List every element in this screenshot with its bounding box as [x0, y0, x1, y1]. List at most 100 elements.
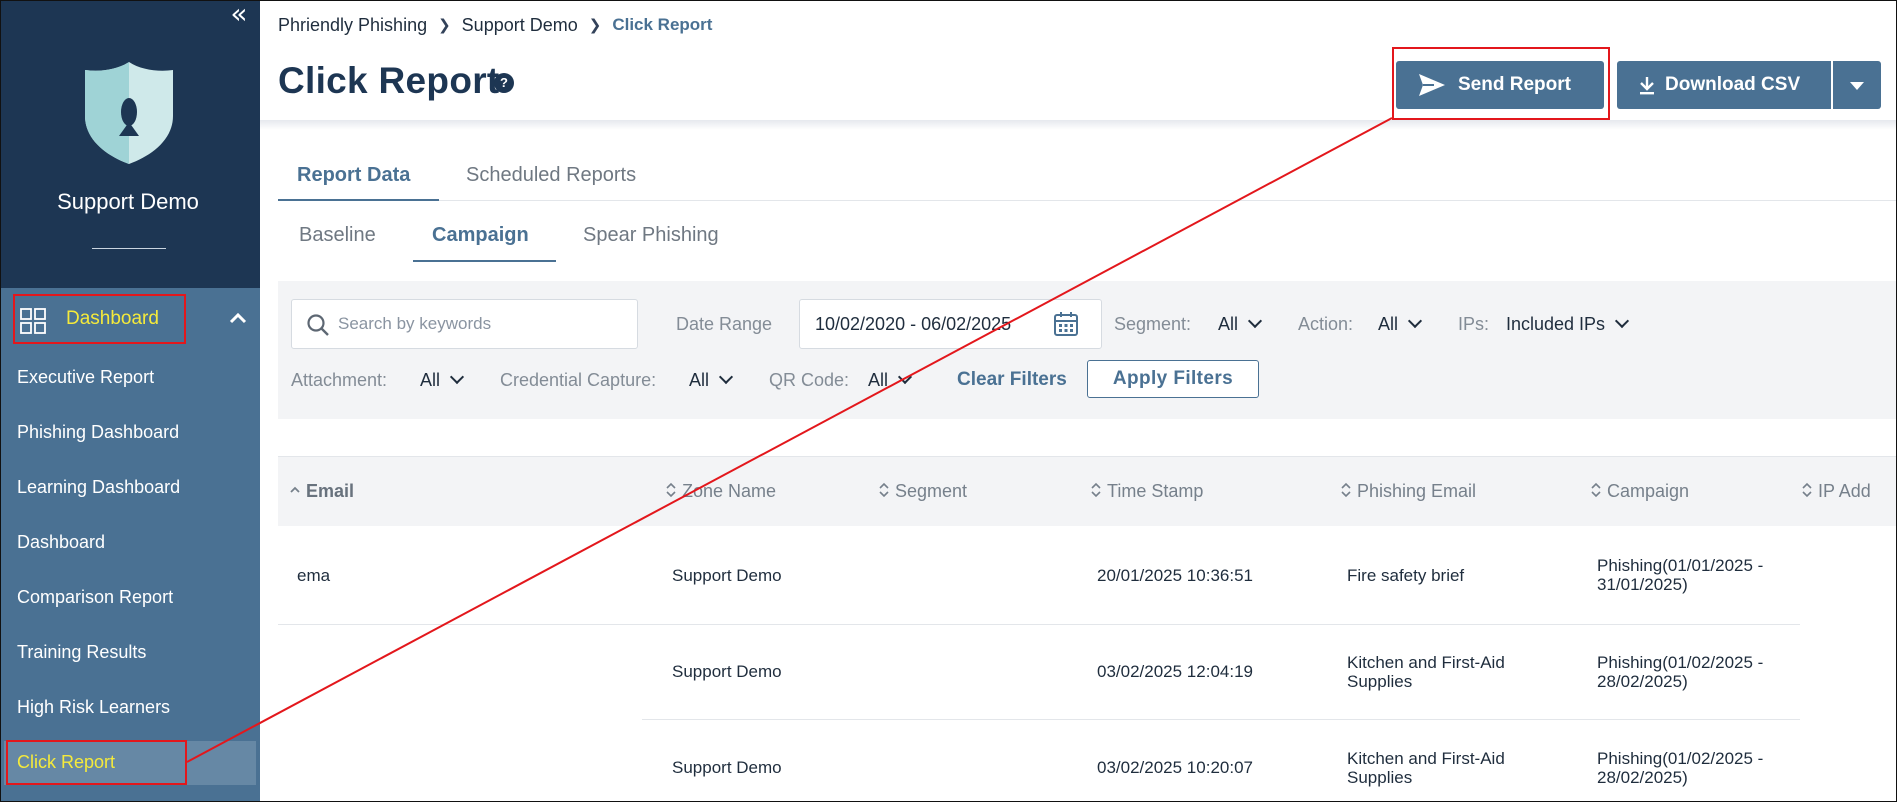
sort-asc-icon — [290, 486, 300, 493]
apply-filters-button[interactable]: Apply Filters — [1087, 360, 1259, 398]
tab-scheduled-reports[interactable]: Scheduled Reports — [466, 164, 636, 187]
search-icon — [307, 314, 329, 336]
action-filter-select[interactable]: All — [1378, 313, 1423, 335]
tab-active-indicator — [278, 199, 439, 201]
sidebar-item-executive-report[interactable]: Executive Report — [17, 367, 154, 388]
date-range-value: 10/02/2020 - 06/02/2025 — [815, 314, 1012, 334]
column-header-label: Campaign — [1607, 481, 1690, 501]
column-header-label: IP Add — [1818, 481, 1871, 501]
column-header-label: Time Stamp — [1107, 481, 1204, 501]
sidebar-item-dashboard[interactable]: Dashboard — [17, 532, 105, 553]
grid-icon — [20, 308, 46, 334]
chevron-down-icon — [1247, 313, 1263, 329]
column-header-time-stamp[interactable]: Time Stamp — [1090, 481, 1203, 502]
search-input[interactable] — [338, 312, 628, 336]
download-csv-button[interactable]: Download CSV — [1617, 61, 1831, 109]
column-header-label: Email — [306, 481, 355, 501]
caret-down-icon — [1850, 82, 1864, 90]
chevron-up-icon[interactable] — [228, 310, 248, 326]
collapse-sidebar-icon[interactable]: « — [226, 0, 252, 28]
chevron-right-icon: ❯ — [438, 16, 451, 35]
qr-code-filter-select[interactable]: All — [868, 369, 913, 391]
divider — [92, 248, 166, 249]
cell-time-stamp: 20/01/2025 10:36:51 — [1097, 566, 1253, 585]
sidebar-section-label: Dashboard — [66, 308, 159, 329]
chevron-down-icon — [897, 369, 913, 385]
breadcrumb: Phriendly Phishing ❯ Support Demo ❯ Click Re… — [278, 14, 712, 36]
sidebar-item-phishing-dashboard[interactable]: Phishing Dashboard — [17, 422, 179, 443]
breadcrumb-item[interactable]: Support Demo — [462, 15, 578, 36]
help-icon[interactable]: ? — [494, 73, 514, 93]
header-divider — [260, 120, 1897, 130]
chevron-down-icon — [449, 369, 465, 385]
sidebar-item-click-report[interactable]: Click Report — [17, 752, 115, 773]
chevron-down-icon — [718, 369, 734, 385]
download-icon — [1640, 77, 1654, 95]
cell-zone-name: Support Demo — [672, 758, 782, 777]
send-report-button[interactable]: Send Report — [1396, 61, 1604, 109]
cell-phishing-email: Kitchen and First-Aid Supplies — [1347, 653, 1505, 691]
segment-filter-select[interactable]: All — [1218, 313, 1263, 335]
sort-icon — [1341, 483, 1351, 498]
ips-filter-label: IPs: — [1458, 314, 1490, 334]
sort-icon — [879, 483, 889, 498]
cell-phishing-email: Kitchen and First-Aid Supplies — [1347, 749, 1505, 787]
tab-baseline[interactable]: Baseline — [299, 224, 376, 247]
tab-report-data[interactable]: Report Data — [297, 164, 410, 187]
cell-zone-name: Support Demo — [672, 662, 782, 681]
qr-code-filter-label: QR Code: — [769, 370, 850, 390]
tab-spear-phishing[interactable]: Spear Phishing — [583, 224, 719, 247]
attachment-filter-select[interactable]: All — [420, 369, 465, 391]
column-header-zone-name[interactable]: Zone Name — [665, 481, 776, 502]
chevron-down-icon — [1407, 313, 1423, 329]
cell-time-stamp: 03/02/2025 10:20:07 — [1097, 758, 1253, 777]
column-header-segment[interactable]: Segment — [878, 481, 967, 502]
cell-time-stamp: 03/02/2025 12:04:19 — [1097, 662, 1253, 681]
send-report-label: Send Report — [1458, 74, 1571, 95]
send-icon — [1419, 74, 1445, 96]
sort-icon — [1802, 483, 1812, 498]
credential-capture-filter-label: Credential Capture: — [500, 370, 657, 390]
cell-zone-name: Support Demo — [672, 566, 782, 585]
calendar-icon[interactable] — [1053, 311, 1079, 337]
cell-campaign: Phishing(01/02/2025 - 28/02/2025) — [1597, 653, 1764, 691]
sidebar-item-training-results[interactable]: Training Results — [17, 642, 146, 663]
breadcrumb-item[interactable]: Phriendly Phishing — [278, 15, 427, 36]
qr-code-filter-value: All — [868, 370, 889, 390]
date-range-picker[interactable]: 10/02/2020 - 06/02/2025 — [799, 299, 1102, 349]
segment-filter-label: Segment: — [1114, 314, 1192, 334]
action-filter-label: Action: — [1298, 314, 1354, 334]
chevron-right-icon: ❯ — [588, 16, 602, 35]
column-header-label: Segment — [895, 481, 968, 501]
credential-capture-filter-value: All — [689, 370, 710, 390]
column-header-phishing-email[interactable]: Phishing Email — [1340, 481, 1476, 502]
download-options-dropdown[interactable] — [1833, 61, 1881, 109]
sidebar-item-comparison-report[interactable]: Comparison Report — [17, 587, 173, 608]
ips-filter-value: Included IPs — [1506, 314, 1606, 334]
chevron-down-icon — [1614, 313, 1630, 329]
sidebar-item-learning-dashboard[interactable]: Learning Dashboard — [17, 477, 180, 498]
sort-icon — [1591, 483, 1601, 498]
row-divider — [642, 719, 1800, 720]
sidebar-section-dashboard[interactable]: Dashboard — [0, 290, 260, 348]
clear-filters-link[interactable]: Clear Filters — [957, 369, 1067, 391]
column-header-ip-address[interactable]: IP Add — [1801, 481, 1871, 502]
download-csv-label: Download CSV — [1665, 74, 1801, 95]
column-header-campaign[interactable]: Campaign — [1590, 481, 1689, 502]
column-header-email[interactable]: Email — [289, 481, 354, 502]
credential-capture-filter-select[interactable]: All — [689, 369, 734, 391]
column-header-label: Phishing Email — [1357, 481, 1477, 501]
organization-name: Support Demo — [57, 189, 199, 214]
search-box[interactable] — [291, 299, 638, 349]
tab-campaign[interactable]: Campaign — [432, 224, 529, 247]
ips-filter-select[interactable]: Included IPs — [1506, 313, 1630, 335]
shield-logo-icon — [85, 62, 173, 164]
cell-campaign: Phishing(01/01/2025 - 31/01/2025) — [1597, 556, 1764, 594]
cell-campaign: Phishing(01/02/2025 - 28/02/2025) — [1597, 749, 1764, 787]
date-range-label: Date Range — [676, 314, 773, 334]
sort-icon — [1091, 483, 1101, 498]
tabs-divider — [278, 200, 1897, 201]
sidebar-item-high-risk-learners[interactable]: High Risk Learners — [17, 697, 170, 718]
sort-icon — [666, 483, 676, 498]
sidebar: « Support Demo Dashboard Executive Repor… — [0, 0, 260, 802]
